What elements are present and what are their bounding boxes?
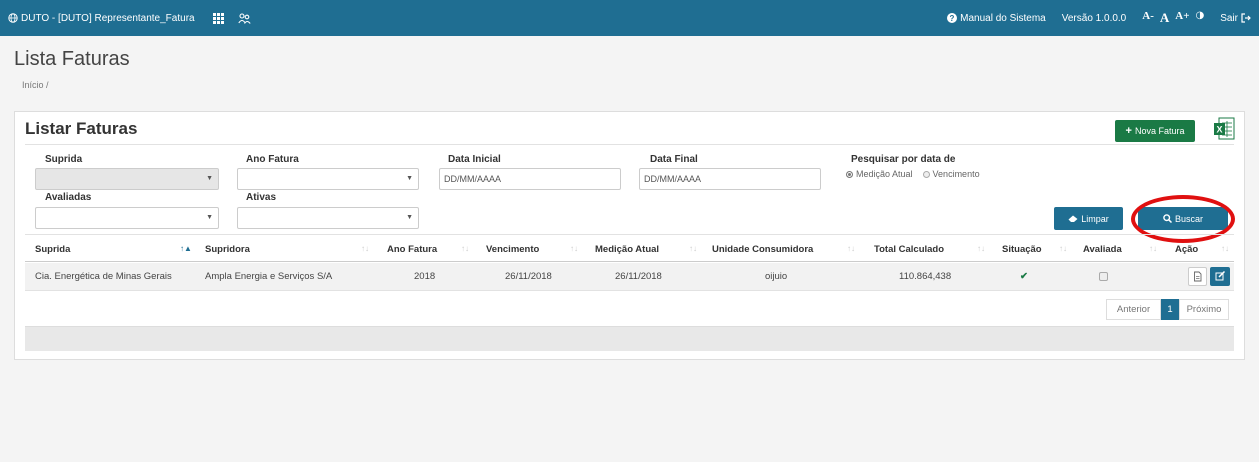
panel-divider [25,144,1234,145]
chevron-down-icon: ▼ [406,175,413,182]
exit-link[interactable]: Sair [1220,13,1251,24]
header-medicao-atual[interactable]: Medição Atual [595,244,659,255]
header-avaliada[interactable]: Avaliada [1083,244,1122,255]
font-increase-button[interactable]: A+ [1175,10,1189,26]
new-invoice-label: Nova Fatura [1134,126,1185,136]
svg-text:X: X [1216,125,1222,135]
app-title-link[interactable]: DUTO - [DUTO] Representante_Fatura [8,13,195,24]
help-circle-icon: ? [947,13,958,23]
avaliada-checkbox[interactable] [1099,272,1108,281]
chevron-down-icon: ▼ [206,175,213,182]
ativas-select[interactable]: ▼ [237,207,419,229]
cell-total: 110.864,438 [899,271,952,282]
plus-icon: + [1125,125,1132,137]
data-final-label: Data Final [650,154,698,165]
table-header: Suprida ↑▲ Supridora ↑↓ Ano Fatura ↑↓ Ve… [25,234,1234,262]
ano-fatura-label: Ano Fatura [246,154,299,165]
chevron-down-icon: ▼ [206,214,213,221]
sort-icon[interactable]: ↑↓ [847,244,855,253]
avaliadas-select[interactable]: ▼ [35,207,219,229]
pagination-prev[interactable]: Anterior [1106,299,1161,320]
sort-icon[interactable]: ↑↓ [1149,244,1157,253]
sort-asc-icon[interactable]: ↑▲ [180,244,192,253]
header-unidade-consumidora[interactable]: Unidade Consumidora [712,244,813,255]
document-icon [1194,271,1202,282]
data-final-input[interactable]: DD/MM/AAAA [639,168,821,190]
edit-icon [1215,270,1226,281]
cell-medicao: 26/11/2018 [615,271,662,282]
ano-fatura-select[interactable]: ▼ [237,168,419,190]
date-type-radio-group: Medição Atual Vencimento [846,169,980,179]
cell-ano: 2018 [414,271,436,282]
header-acao: Ação [1175,244,1199,255]
eraser-icon [1068,215,1078,222]
suprida-label: Suprida [45,154,83,165]
pagination: Anterior 1 Próximo [1106,299,1229,320]
sort-icon[interactable]: ↑↓ [1221,244,1229,253]
sign-out-icon [1241,13,1251,23]
clear-label: Limpar [1081,213,1109,224]
radio-vencimento[interactable]: Vencimento [922,169,980,179]
radio-medicao-atual[interactable]: Medição Atual [846,169,913,179]
table-footer [25,326,1234,351]
check-icon: ✔ [1020,271,1028,282]
apps-grid-icon[interactable] [212,12,224,24]
pagination-next[interactable]: Próximo [1179,299,1229,320]
header-total-calculado[interactable]: Total Calculado [874,244,944,255]
header-situacao[interactable]: Situação [1002,244,1042,255]
header-vencimento[interactable]: Vencimento [486,244,539,255]
sort-icon[interactable]: ↑↓ [977,244,985,253]
invoice-list-panel: Listar Faturas + Nova Fatura X Suprida ▼… [14,111,1245,360]
sort-icon[interactable]: ↑↓ [689,244,697,253]
font-normal-button[interactable]: A [1160,10,1169,26]
cell-unidade: oijuio [765,271,788,282]
radio-vencimento-label: Vencimento [932,169,980,179]
page-title: Lista Faturas [14,48,130,70]
radio-medicao-label: Medição Atual [856,169,913,179]
manual-link[interactable]: ? Manual do Sistema [947,13,1046,24]
users-icon[interactable] [237,12,251,24]
contrast-toggle-icon[interactable]: ◑ [1195,10,1204,26]
sort-icon[interactable]: ↑↓ [361,244,369,253]
chevron-down-icon: ▼ [406,214,413,221]
clear-button[interactable]: Limpar [1054,207,1123,230]
font-size-controls: A- A A+ ◑ [1142,10,1204,26]
ativas-label: Ativas [246,192,277,203]
avaliadas-label: Avaliadas [45,192,92,203]
pagination-page-1[interactable]: 1 [1161,299,1179,320]
radio-dot [922,170,930,178]
version-text: Versão 1.0.0.0 [1061,12,1127,24]
sort-icon[interactable]: ↑↓ [1059,244,1067,253]
top-navbar: DUTO - [DUTO] Representante_Fatura ? Man… [0,0,1259,36]
edit-button[interactable] [1210,267,1230,286]
radio-dot-selected [846,170,853,178]
table-row[interactable]: Cia. Energética de Minas Gerais Ampla En… [25,263,1234,291]
header-supridora[interactable]: Supridora [205,244,250,255]
panel-title: Listar Faturas [25,119,138,138]
sort-icon[interactable]: ↑↓ [570,244,578,253]
exit-label: Sair [1220,12,1238,24]
header-suprida[interactable]: Suprida [35,244,70,255]
new-invoice-button[interactable]: + Nova Fatura [1115,120,1195,142]
pesquisar-label: Pesquisar por data de [851,154,956,165]
cell-suprida: Cia. Energética de Minas Gerais [35,271,172,282]
data-inicial-label: Data Inicial [448,154,501,165]
breadcrumb[interactable]: Início / [22,80,49,90]
svg-text:?: ? [950,14,955,23]
cell-vencimento: 26/11/2018 [505,271,552,282]
excel-export-icon[interactable]: X [1213,117,1235,141]
view-document-button[interactable] [1188,267,1207,286]
sort-icon[interactable]: ↑↓ [461,244,469,253]
data-inicial-input[interactable]: DD/MM/AAAA [439,168,621,190]
font-decrease-button[interactable]: A- [1142,10,1154,26]
suprida-select[interactable]: ▼ [35,168,219,190]
manual-label: Manual do Sistema [960,12,1046,24]
cell-supridora: Ampla Energia e Serviços S/A [205,271,333,282]
app-title: DUTO - [DUTO] Representante_Fatura [21,12,195,24]
header-ano-fatura[interactable]: Ano Fatura [387,244,437,255]
globe-icon [8,13,18,23]
